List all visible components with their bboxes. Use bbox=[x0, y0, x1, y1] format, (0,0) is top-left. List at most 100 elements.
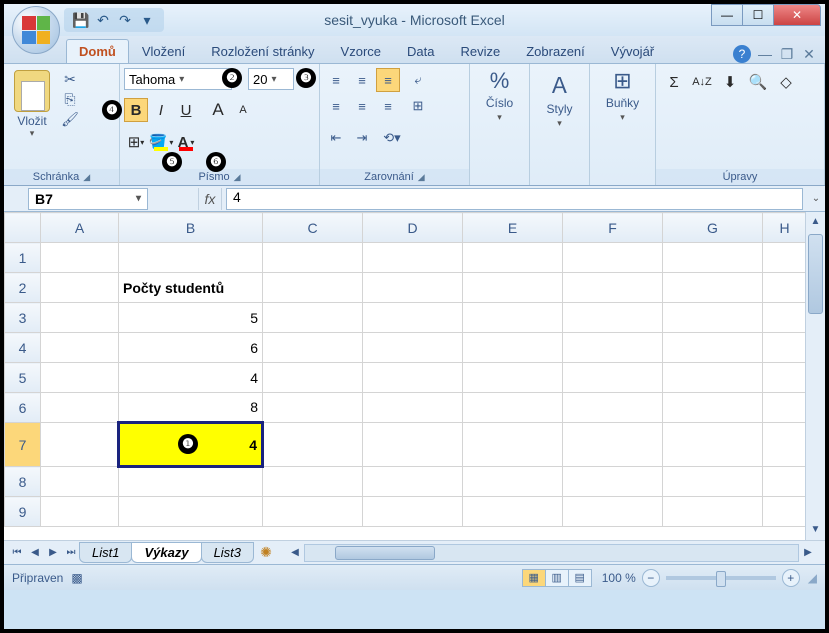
tab-data[interactable]: Data bbox=[394, 39, 447, 63]
sort-filter-button[interactable]: A↓Z bbox=[690, 70, 714, 94]
cell-A1[interactable] bbox=[41, 243, 119, 273]
cell-B2[interactable]: Počty studentů bbox=[119, 273, 263, 303]
alignment-launcher[interactable]: ◢ bbox=[418, 172, 425, 183]
cell-E5[interactable] bbox=[463, 363, 563, 393]
cell-G9[interactable] bbox=[663, 497, 763, 527]
cell-E3[interactable] bbox=[463, 303, 563, 333]
cell-H9[interactable] bbox=[763, 497, 807, 527]
fill-button[interactable]: ⬇ bbox=[718, 70, 742, 94]
view-page-break[interactable]: ▤ bbox=[568, 569, 592, 587]
tab-nav-last[interactable]: ⏭ bbox=[62, 544, 80, 562]
align-top[interactable]: ≡ bbox=[324, 68, 348, 92]
hscroll-right[interactable]: ▶ bbox=[799, 544, 817, 562]
cell-B4[interactable]: 6 bbox=[119, 333, 263, 363]
close-button[interactable]: ✕ bbox=[773, 4, 821, 26]
cell-H3[interactable] bbox=[763, 303, 807, 333]
qat-dropdown[interactable]: ▾ bbox=[138, 11, 156, 29]
hscroll-thumb[interactable] bbox=[335, 546, 435, 560]
cell-D1[interactable] bbox=[363, 243, 463, 273]
minimize-button[interactable]: — bbox=[711, 4, 743, 26]
cell-C3[interactable] bbox=[263, 303, 363, 333]
cell-A5[interactable] bbox=[41, 363, 119, 393]
sheet-tab-vykazy[interactable]: Výkazy bbox=[131, 542, 201, 563]
cell-G4[interactable] bbox=[663, 333, 763, 363]
col-header-B[interactable]: B bbox=[119, 213, 263, 243]
zoom-in-button[interactable]: + bbox=[782, 569, 800, 587]
clear-button[interactable]: ◇ bbox=[774, 70, 798, 94]
cell-F7[interactable] bbox=[563, 423, 663, 467]
font-color-button[interactable]: A▾ bbox=[174, 130, 198, 154]
cell-B6[interactable]: 8 bbox=[119, 393, 263, 423]
cell-C5[interactable] bbox=[263, 363, 363, 393]
align-middle[interactable]: ≡ bbox=[350, 68, 374, 92]
zoom-slider[interactable] bbox=[666, 576, 776, 580]
cell-G7[interactable] bbox=[663, 423, 763, 467]
row-header-1[interactable]: 1 bbox=[5, 243, 41, 273]
mdi-minimize[interactable]: — bbox=[757, 46, 773, 62]
macro-record-button[interactable]: ▩ bbox=[71, 571, 82, 585]
font-name-combo[interactable]: Tahoma▾ bbox=[124, 68, 232, 90]
tab-zobrazeni[interactable]: Zobrazení bbox=[513, 39, 598, 63]
row-header-4[interactable]: 4 bbox=[5, 333, 41, 363]
mdi-close[interactable]: ✕ bbox=[801, 46, 817, 62]
select-all-corner[interactable] bbox=[5, 213, 41, 243]
align-bottom[interactable]: ≡ bbox=[376, 68, 400, 92]
cell-G6[interactable] bbox=[663, 393, 763, 423]
tab-domu[interactable]: Domů bbox=[66, 39, 129, 63]
cell-G8[interactable] bbox=[663, 467, 763, 497]
cell-A6[interactable] bbox=[41, 393, 119, 423]
cells-icon[interactable]: ⊞ bbox=[613, 68, 631, 94]
styles-label[interactable]: Styly bbox=[546, 102, 572, 116]
scroll-down-arrow[interactable]: ▼ bbox=[806, 520, 825, 540]
cell-A4[interactable] bbox=[41, 333, 119, 363]
clipboard-launcher[interactable]: ◢ bbox=[83, 172, 90, 183]
cell-E2[interactable] bbox=[463, 273, 563, 303]
formula-input[interactable]: 4 bbox=[226, 188, 803, 210]
col-header-A[interactable]: A bbox=[41, 213, 119, 243]
cell-G3[interactable] bbox=[663, 303, 763, 333]
vscroll-thumb[interactable] bbox=[808, 234, 823, 314]
fx-button[interactable]: fx bbox=[198, 188, 222, 210]
font-launcher[interactable]: ◢ bbox=[234, 172, 241, 183]
format-painter-button[interactable]: 🖌 bbox=[60, 110, 80, 128]
cell-G2[interactable] bbox=[663, 273, 763, 303]
cell-F1[interactable] bbox=[563, 243, 663, 273]
cell-F3[interactable] bbox=[563, 303, 663, 333]
row-header-3[interactable]: 3 bbox=[5, 303, 41, 333]
row-header-7[interactable]: 7 bbox=[5, 423, 41, 467]
expand-formula-bar[interactable]: ⌄ bbox=[807, 193, 825, 204]
tab-nav-prev[interactable]: ◀ bbox=[26, 544, 44, 562]
align-right[interactable]: ≡ bbox=[376, 94, 400, 118]
cell-B8[interactable] bbox=[119, 467, 263, 497]
find-button[interactable]: 🔍 bbox=[746, 70, 770, 94]
cell-A8[interactable] bbox=[41, 467, 119, 497]
cell-A2[interactable] bbox=[41, 273, 119, 303]
cell-F6[interactable] bbox=[563, 393, 663, 423]
col-header-E[interactable]: E bbox=[463, 213, 563, 243]
cell-C8[interactable] bbox=[263, 467, 363, 497]
col-header-D[interactable]: D bbox=[363, 213, 463, 243]
undo-button[interactable]: ↶ bbox=[94, 11, 112, 29]
cell-D6[interactable] bbox=[363, 393, 463, 423]
cell-C9[interactable] bbox=[263, 497, 363, 527]
cell-H6[interactable] bbox=[763, 393, 807, 423]
cell-E8[interactable] bbox=[463, 467, 563, 497]
increase-indent[interactable]: ⇥ bbox=[350, 126, 374, 150]
cell-D9[interactable] bbox=[363, 497, 463, 527]
cell-H1[interactable] bbox=[763, 243, 807, 273]
cell-H8[interactable] bbox=[763, 467, 807, 497]
tab-revize[interactable]: Revize bbox=[447, 39, 513, 63]
wrap-text-button[interactable]: ⤶ bbox=[404, 68, 432, 92]
number-label[interactable]: Číslo bbox=[486, 96, 513, 110]
autosum-button[interactable]: Σ bbox=[662, 70, 686, 94]
view-normal[interactable]: ▦ bbox=[522, 569, 546, 587]
cell-H2[interactable] bbox=[763, 273, 807, 303]
cell-E4[interactable] bbox=[463, 333, 563, 363]
cell-D2[interactable] bbox=[363, 273, 463, 303]
cell-B5[interactable]: 4 bbox=[119, 363, 263, 393]
align-left[interactable]: ≡ bbox=[324, 94, 348, 118]
cell-D5[interactable] bbox=[363, 363, 463, 393]
borders-button[interactable]: ⊞▾ bbox=[124, 130, 148, 154]
sheet-tab-list3[interactable]: List3 bbox=[201, 542, 254, 563]
decrease-indent[interactable]: ⇤ bbox=[324, 126, 348, 150]
